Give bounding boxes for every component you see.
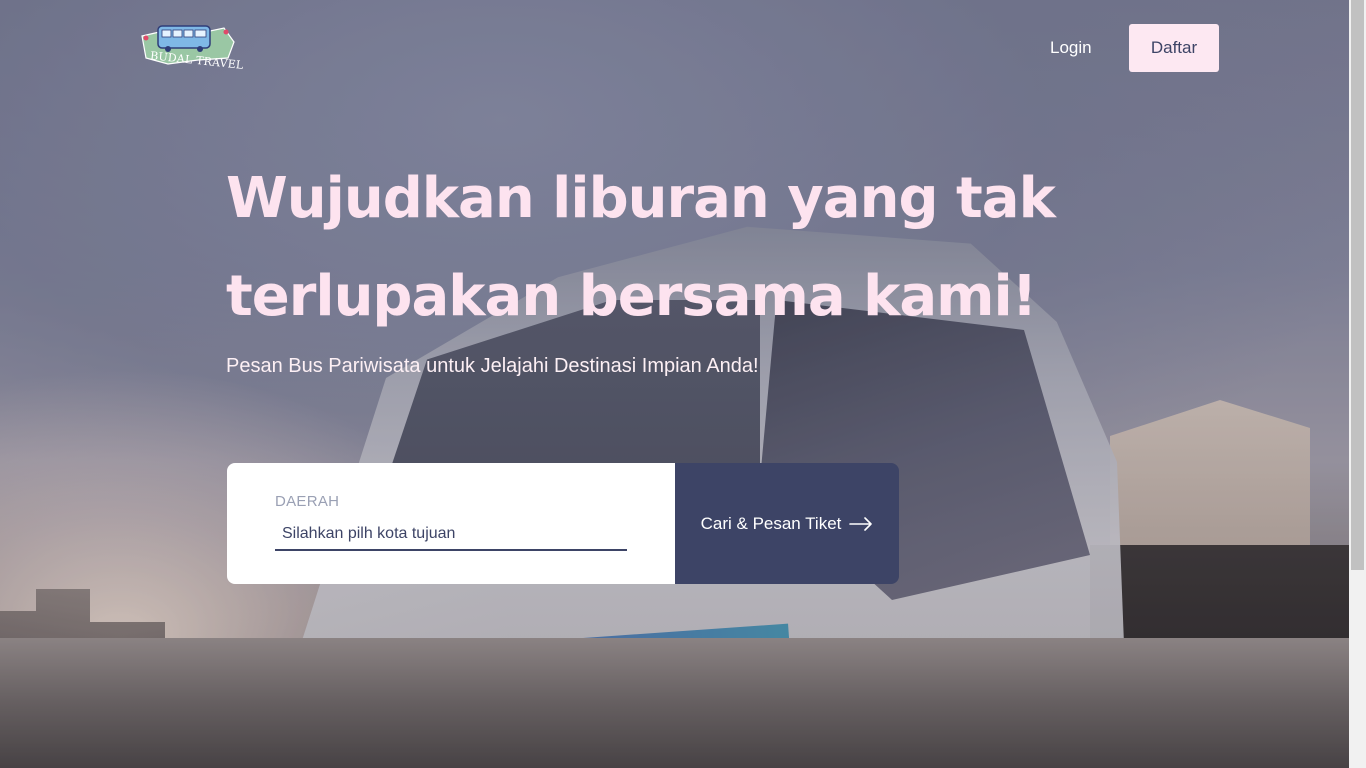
- landing-page: BUDAL TRAVEL Login Daftar Wujudkan libur…: [0, 0, 1366, 768]
- hero-title: Wujudkan liburan yang tak terlupakan ber…: [226, 166, 1056, 329]
- search-book-ticket-button[interactable]: Cari & Pesan Tiket: [675, 463, 899, 584]
- page-scrollbar[interactable]: [1349, 0, 1366, 768]
- hero-background-image: [0, 0, 1366, 768]
- page-scrollbar-thumb[interactable]: [1351, 0, 1364, 570]
- destination-field-group: DAERAH: [227, 463, 675, 584]
- arrow-right-icon: [849, 516, 873, 531]
- brand-logo[interactable]: BUDAL TRAVEL: [138, 20, 244, 78]
- destination-input[interactable]: [275, 519, 627, 551]
- search-book-ticket-label: Cari & Pesan Tiket: [700, 513, 842, 533]
- register-button[interactable]: Daftar: [1129, 24, 1219, 72]
- hero-subtitle: Pesan Bus Pariwisata untuk Jelajahi Dest…: [226, 355, 759, 377]
- destination-field-label: DAERAH: [275, 493, 340, 510]
- login-link[interactable]: Login: [1040, 24, 1102, 72]
- background-overlay: [0, 0, 1366, 768]
- search-card: DAERAH Cari & Pesan Tiket: [227, 463, 899, 584]
